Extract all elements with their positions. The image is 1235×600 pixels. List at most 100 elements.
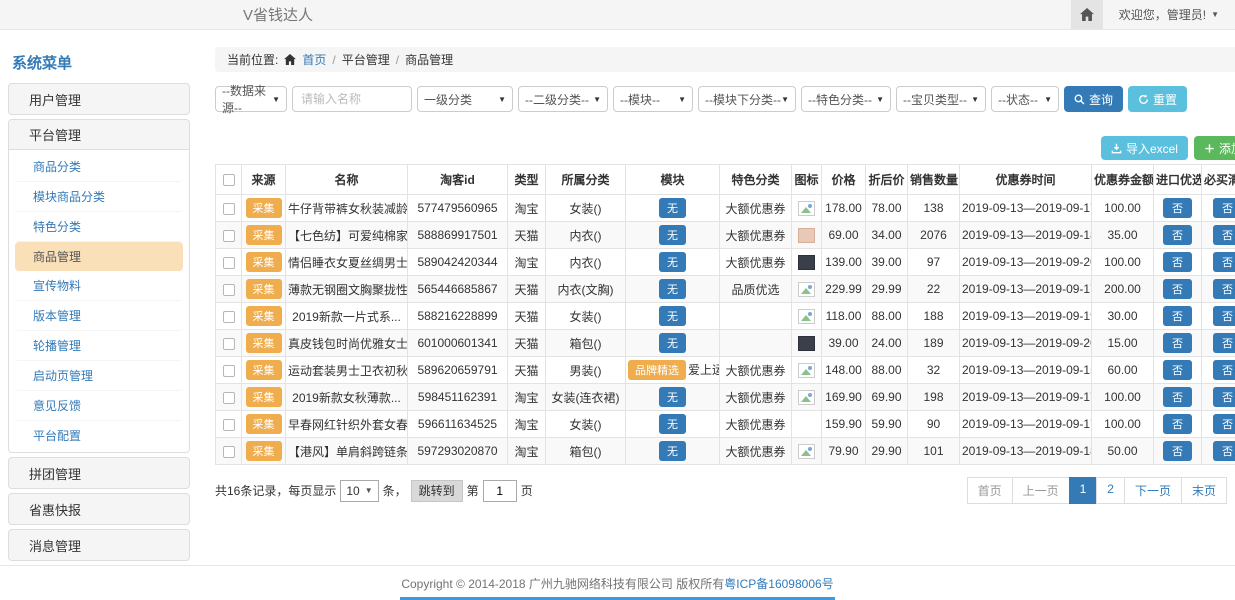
taoke-id: 565446685867 (408, 276, 508, 303)
page-link[interactable]: 2 (1096, 477, 1125, 504)
source-select[interactable]: --数据来源--▼ (215, 86, 287, 112)
user-menu[interactable]: 欢迎您，管理员! ▼ (1103, 6, 1235, 23)
imported-toggle[interactable]: 否 (1163, 441, 1192, 461)
imported-toggle[interactable]: 否 (1163, 198, 1192, 218)
jump-mid: 第 (467, 482, 479, 499)
import-excel-button[interactable]: 导入excel (1101, 136, 1188, 160)
product-name: 2019新款一片式系... (286, 303, 408, 330)
sidebar-section-news[interactable]: 省惠快报 (8, 493, 190, 525)
sidebar-item-goods-management[interactable]: 商品管理 (15, 242, 183, 271)
row-checkbox[interactable] (223, 365, 235, 377)
table-row: 采集 2019新款一片式系... 588216228899 天猫 女装() 无 … (216, 303, 1235, 330)
row-checkbox[interactable] (223, 284, 235, 296)
imported-toggle[interactable]: 否 (1163, 279, 1192, 299)
sidebar-section-messages[interactable]: 消息管理 (8, 529, 190, 561)
sidebar-item-carousel-management[interactable]: 轮播管理 (15, 331, 183, 361)
product-name: 2019新款女秋薄款... (286, 384, 408, 411)
must-buy-toggle[interactable]: 否 (1213, 252, 1235, 272)
row-checkbox[interactable] (223, 230, 235, 242)
breadcrumb-separator: / (332, 53, 335, 67)
sidebar-item-platform-config[interactable]: 平台配置 (15, 421, 183, 450)
imported-toggle[interactable]: 否 (1163, 414, 1192, 434)
module-sub-select[interactable]: --模块下分类--▼ (698, 86, 796, 112)
sidebar-item-goods-category[interactable]: 商品分类 (15, 152, 183, 182)
product-type: 淘宝 (508, 438, 546, 465)
discount-price: 78.00 (866, 195, 908, 222)
taoke-id: 577479560965 (408, 195, 508, 222)
breadcrumb-home-link[interactable]: 首页 (302, 51, 326, 68)
product-category: 女装(连衣裙) (546, 384, 626, 411)
copyright-text: Copyright © 2014-2018 广州九驰网络科技有限公司 版权所有 (401, 575, 724, 592)
page-number-input[interactable] (483, 480, 517, 502)
must-buy-toggle[interactable]: 否 (1213, 306, 1235, 326)
feature-category: 大额优惠券 (720, 195, 792, 222)
source-badge: 采集 (246, 252, 282, 272)
level1-category-select[interactable]: 一级分类▼ (417, 86, 513, 112)
imported-toggle[interactable]: 否 (1163, 387, 1192, 407)
name-search-input[interactable] (292, 86, 412, 112)
discount-price: 88.00 (866, 357, 908, 384)
must-buy-toggle[interactable]: 否 (1213, 279, 1235, 299)
table-actions: 导入excel 添加 批量删除 (215, 136, 1235, 160)
reset-button[interactable]: 重置 (1128, 86, 1187, 112)
search-button[interactable]: 查询 (1064, 86, 1123, 112)
row-checkbox[interactable] (223, 311, 235, 323)
imported-toggle[interactable]: 否 (1163, 225, 1192, 245)
imported-toggle[interactable]: 否 (1163, 306, 1192, 326)
sidebar-item-splash-management[interactable]: 启动页管理 (15, 361, 183, 391)
caret-down-icon: ▼ (678, 95, 686, 104)
product-category: 女装() (546, 411, 626, 438)
must-buy-toggle[interactable]: 否 (1213, 441, 1235, 461)
icp-link[interactable]: 粤ICP备16098006号 (724, 575, 833, 592)
row-checkbox[interactable] (223, 392, 235, 404)
must-buy-toggle[interactable]: 否 (1213, 225, 1235, 245)
page-link[interactable]: 1 (1069, 477, 1098, 504)
must-buy-toggle[interactable]: 否 (1213, 414, 1235, 434)
must-buy-toggle[interactable]: 否 (1213, 333, 1235, 353)
records-summary: 共16条记录，每页显示 (215, 482, 336, 499)
sidebar-item-feature-category[interactable]: 特色分类 (15, 212, 183, 242)
select-all-checkbox[interactable] (223, 174, 235, 186)
coupon-time: 2019-09-13—2019-09-17 (960, 276, 1092, 303)
page-link[interactable]: 下一页 (1124, 477, 1182, 504)
sidebar-item-version-management[interactable]: 版本管理 (15, 301, 183, 331)
sidebar-section-users[interactable]: 用户管理 (8, 83, 190, 115)
sidebar-item-promo-material[interactable]: 宣传物料 (15, 271, 183, 301)
feature-category-select[interactable]: --特色分类--▼ (801, 86, 891, 112)
col-must-buy: 必买清单 (1202, 165, 1235, 195)
discount-price: 88.00 (866, 303, 908, 330)
sidebar-section-groupbuy[interactable]: 拼团管理 (8, 457, 190, 489)
col-taoke-id: 淘客id (408, 165, 508, 195)
jump-button[interactable]: 跳转到 (411, 480, 463, 502)
col-coupon-amount: 优惠券金额 (1092, 165, 1154, 195)
sidebar-item-feedback[interactable]: 意见反馈 (15, 391, 183, 421)
feature-category: 大额优惠券 (720, 249, 792, 276)
sidebar-item-module-goods-category[interactable]: 模块商品分类 (15, 182, 183, 212)
level2-category-select[interactable]: --二级分类--▼ (518, 86, 608, 112)
page-link[interactable]: 末页 (1181, 477, 1227, 504)
row-checkbox[interactable] (223, 446, 235, 458)
row-checkbox[interactable] (223, 203, 235, 215)
must-buy-toggle[interactable]: 否 (1213, 360, 1235, 380)
row-checkbox[interactable] (223, 257, 235, 269)
discount-price: 69.90 (866, 384, 908, 411)
row-checkbox[interactable] (223, 419, 235, 431)
home-button[interactable] (1071, 0, 1103, 29)
imported-toggle[interactable]: 否 (1163, 252, 1192, 272)
sidebar-section-label[interactable]: 平台管理 (9, 120, 189, 150)
add-button[interactable]: 添加 (1194, 136, 1235, 160)
item-type-select[interactable]: --宝贝类型--▼ (896, 86, 986, 112)
per-page-select[interactable]: 10▼ (340, 480, 378, 502)
status-select[interactable]: --状态--▼ (991, 86, 1059, 112)
search-icon (1074, 94, 1085, 105)
breadcrumb-item: 平台管理 (342, 51, 390, 68)
source-badge: 采集 (246, 225, 282, 245)
must-buy-toggle[interactable]: 否 (1213, 387, 1235, 407)
sales-count: 198 (908, 384, 960, 411)
imported-toggle[interactable]: 否 (1163, 333, 1192, 353)
must-buy-toggle[interactable]: 否 (1213, 198, 1235, 218)
module-select[interactable]: --模块--▼ (613, 86, 693, 112)
imported-toggle[interactable]: 否 (1163, 360, 1192, 380)
row-checkbox[interactable] (223, 338, 235, 350)
col-feature: 特色分类 (720, 165, 792, 195)
